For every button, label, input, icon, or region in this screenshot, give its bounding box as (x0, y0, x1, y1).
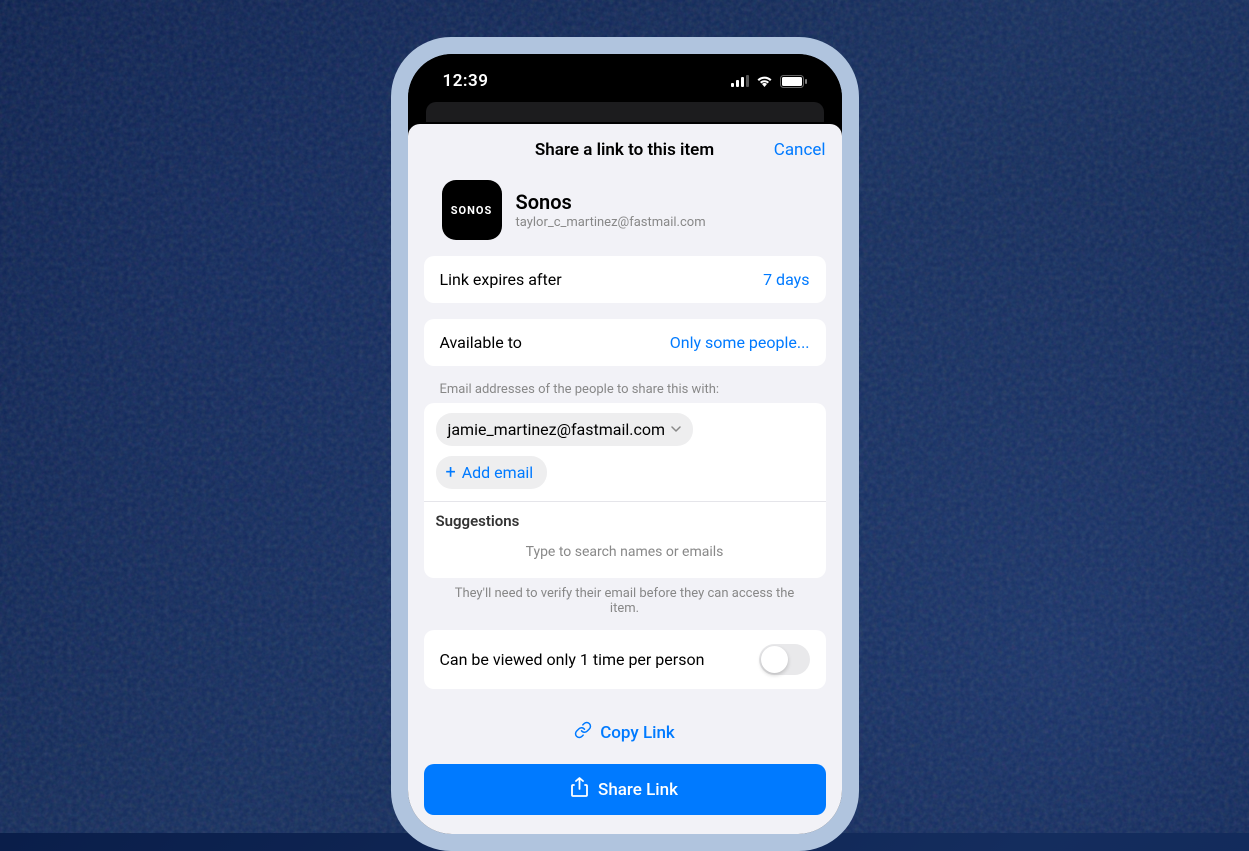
view-once-card: Can be viewed only 1 time per person (424, 630, 826, 689)
battery-icon (780, 75, 807, 88)
share-link-label: Share Link (598, 780, 678, 800)
item-info: SONOS Sonos taylor_c_martinez@fastmail.c… (408, 172, 842, 256)
link-icon (574, 721, 592, 744)
availability-label: Available to (440, 333, 522, 352)
availability-card: Available to Only some people... (424, 319, 826, 366)
toggle-knob (761, 646, 788, 673)
divider (424, 501, 826, 502)
share-icon (571, 777, 588, 802)
add-email-label: Add email (462, 463, 533, 482)
cellular-signal-icon (731, 75, 749, 87)
expiry-value[interactable]: 7 days (763, 270, 809, 289)
view-once-toggle[interactable] (759, 644, 810, 675)
email-chip-text: jamie_martinez@fastmail.com (448, 420, 665, 439)
suggestions-placeholder[interactable]: Type to search names or emails (436, 540, 814, 566)
suggestions-label: Suggestions (436, 512, 814, 530)
chevron-down-icon (671, 424, 681, 435)
emails-section-header: Email addresses of the people to share t… (408, 382, 842, 403)
availability-value[interactable]: Only some people... (670, 333, 810, 352)
item-details: Sonos taylor_c_martinez@fastmail.com (516, 190, 706, 230)
copy-link-button[interactable]: Copy Link (408, 705, 842, 760)
status-bar: 12:39 (408, 54, 842, 108)
item-email: taylor_c_martinez@fastmail.com (516, 215, 706, 230)
share-modal: Share a link to this item Cancel SONOS S… (408, 124, 842, 834)
helper-text: They'll need to verify their email befor… (408, 586, 842, 630)
share-link-button[interactable]: Share Link (424, 764, 826, 815)
email-chip[interactable]: jamie_martinez@fastmail.com (436, 413, 693, 446)
phone-screen: 12:39 Share a link to this item Cancel (408, 54, 842, 834)
phone-frame: 12:39 Share a link to this item Cancel (391, 37, 859, 851)
status-time: 12:39 (443, 71, 489, 91)
modal-header: Share a link to this item Cancel (408, 124, 842, 172)
view-once-label: Can be viewed only 1 time per person (440, 650, 705, 669)
expiry-label: Link expires after (440, 270, 562, 289)
copy-link-label: Copy Link (600, 723, 675, 743)
expiry-row[interactable]: Link expires after 7 days (424, 256, 826, 303)
expiry-card: Link expires after 7 days (424, 256, 826, 303)
availability-row[interactable]: Available to Only some people... (424, 319, 826, 366)
modal-title: Share a link to this item (535, 140, 714, 160)
add-email-button[interactable]: + Add email (436, 456, 548, 489)
wifi-icon (756, 75, 773, 87)
status-icons (731, 75, 807, 88)
cancel-button[interactable]: Cancel (774, 140, 826, 160)
search-bar-partial (408, 108, 842, 124)
email-section: jamie_martinez@fastmail.com + Add email … (424, 403, 826, 578)
plus-icon: + (446, 464, 456, 482)
item-icon: SONOS (442, 180, 502, 240)
view-once-row: Can be viewed only 1 time per person (424, 630, 826, 689)
item-name: Sonos (516, 190, 706, 214)
